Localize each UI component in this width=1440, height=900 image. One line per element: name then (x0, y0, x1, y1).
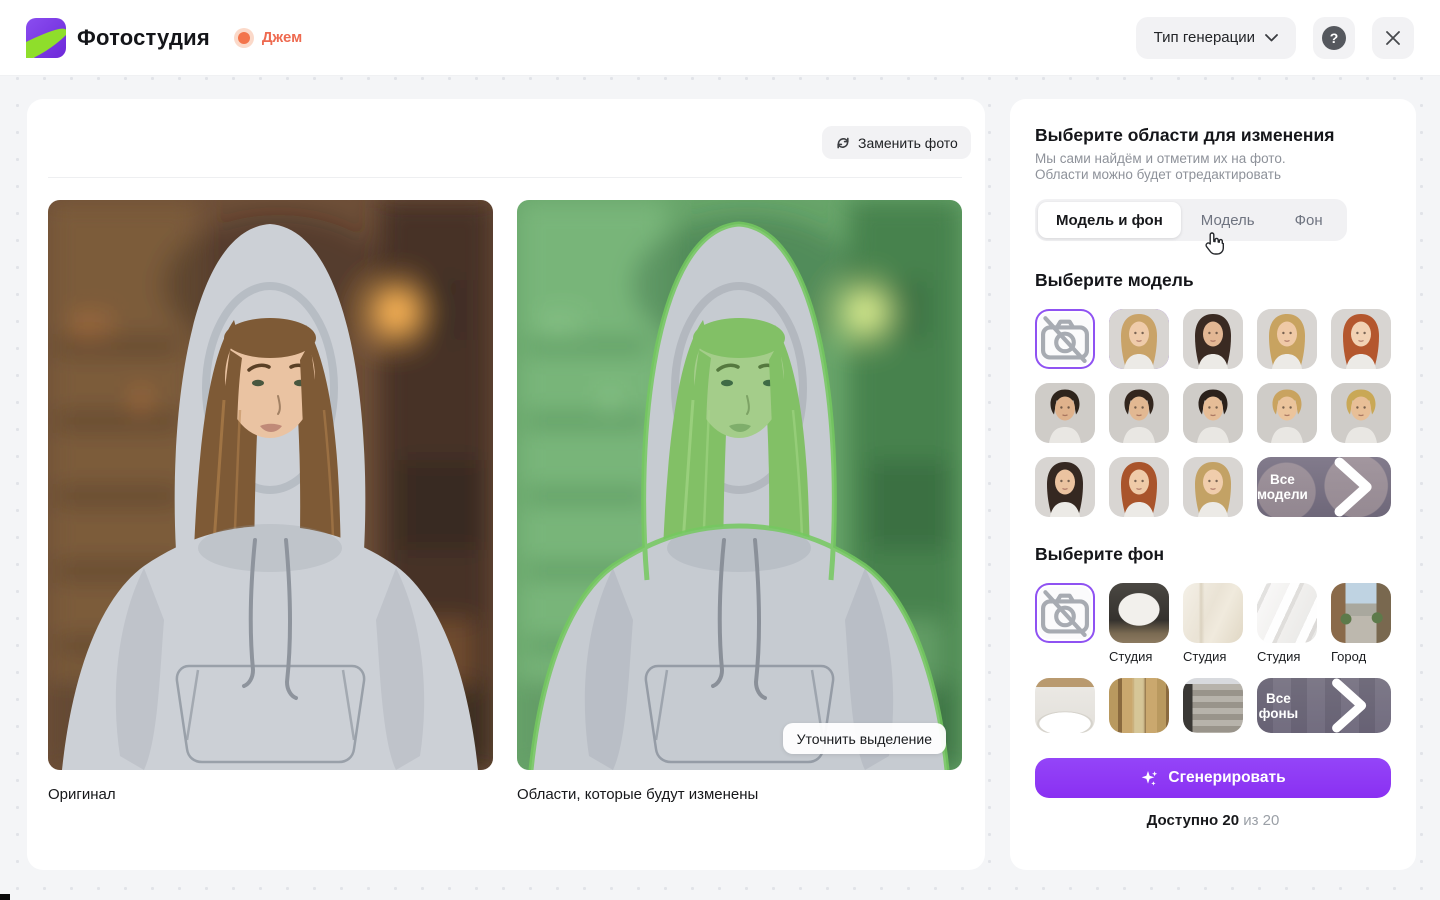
model-avatar-male-short-dark[interactable] (1183, 383, 1243, 443)
background-bathroom[interactable] (1035, 678, 1095, 733)
tab-background[interactable]: Фон (1275, 202, 1343, 238)
generate-label: Сгенерировать (1168, 769, 1285, 787)
original-photo-image (48, 200, 493, 770)
refresh-icon (835, 135, 851, 151)
generation-type-label: Тип генерации (1154, 29, 1255, 46)
background-studio-cream[interactable] (1183, 583, 1243, 643)
model-none-tile[interactable] (1035, 309, 1095, 369)
background-studio-white[interactable] (1257, 583, 1317, 643)
original-photo (48, 200, 493, 770)
chevron-right-icon (1307, 678, 1391, 733)
background-labels: Студия Студия Студия Город (1035, 649, 1391, 664)
background-label: Студия (1109, 649, 1169, 664)
generate-button[interactable]: Сгенерировать (1035, 758, 1391, 798)
background-classic-building[interactable] (1183, 678, 1243, 733)
model-avatar-blonde-wavy[interactable] (1257, 309, 1317, 369)
model-avatar-curly-redhead[interactable] (1109, 457, 1169, 517)
screen-artifact (0, 894, 10, 900)
model-avatar-dark-straight[interactable] (1035, 457, 1095, 517)
background-none-tile[interactable] (1035, 583, 1095, 643)
model-avatar-male-curly-blond[interactable] (1331, 383, 1391, 443)
plan-dot-icon (234, 28, 254, 48)
photo-canvas-card: Заменить фото Уточнить выделение Оригина… (27, 99, 985, 870)
model-avatar-blonde[interactable] (1109, 309, 1169, 369)
background-city-street[interactable] (1331, 583, 1391, 643)
replace-photo-label: Заменить фото (858, 135, 958, 151)
panel-title: Выберите области для изменения (1035, 125, 1334, 146)
app-title: Фотостудия (77, 25, 210, 51)
area-tabs: Модель и фон Модель Фон (1035, 199, 1347, 241)
replace-photo-button[interactable]: Заменить фото (822, 126, 971, 159)
app-logo-icon (26, 18, 66, 58)
plan-badge: Джем (234, 28, 302, 48)
masked-photo-image (517, 200, 962, 770)
model-avatar-wavy-blonde[interactable] (1183, 457, 1243, 517)
chevron-down-icon (1265, 34, 1278, 42)
sparkles-icon (1140, 769, 1159, 788)
panel-subtitle: Мы сами найдём и отметим их на фото. Обл… (1035, 151, 1286, 183)
generation-type-button[interactable]: Тип генерации (1136, 17, 1296, 59)
quota-total: из 20 (1243, 812, 1279, 829)
background-vintage-interior[interactable] (1109, 678, 1169, 733)
all-models-button[interactable]: Все модели (1257, 457, 1391, 517)
app-background: Фотостудия Джем Тип генерации ? (0, 0, 1440, 900)
divider (48, 177, 962, 178)
quota-line: Доступно 20 из 20 (1010, 812, 1416, 829)
all-backgrounds-button[interactable]: Все фоны (1257, 678, 1391, 733)
tab-model[interactable]: Модель (1181, 202, 1275, 238)
refine-selection-button[interactable]: Уточнить выделение (783, 723, 946, 754)
original-caption: Оригинал (48, 786, 116, 803)
header: Фотостудия Джем Тип генерации ? (0, 0, 1440, 76)
background-label: Студия (1183, 649, 1243, 664)
model-avatar-redhead[interactable] (1331, 309, 1391, 369)
close-icon (1385, 30, 1401, 46)
backgrounds-grid-row1 (1035, 583, 1391, 643)
camera-off-icon (1035, 309, 1095, 369)
backgrounds-section-title: Выберите фон (1035, 544, 1164, 565)
settings-panel: Выберите области для изменения Мы сами н… (1010, 99, 1416, 870)
masked-photo: Уточнить выделение (517, 200, 962, 770)
model-avatar-male-dark[interactable] (1109, 383, 1169, 443)
model-avatar-brunette[interactable] (1183, 309, 1243, 369)
models-grid: Все модели (1035, 309, 1391, 517)
background-label: Студия (1257, 649, 1317, 664)
masked-caption: Области, которые будут изменены (517, 786, 758, 803)
backgrounds-grid-row2: Все фоны (1035, 678, 1391, 733)
camera-off-icon (1035, 583, 1095, 643)
close-button[interactable] (1372, 17, 1414, 59)
quota-available: Доступно 20 (1147, 812, 1239, 829)
models-section-title: Выберите модель (1035, 270, 1194, 291)
model-avatar-male-curly-dark[interactable] (1035, 383, 1095, 443)
question-icon: ? (1322, 26, 1346, 50)
model-avatar-male-blond[interactable] (1257, 383, 1317, 443)
chevron-right-icon (1315, 457, 1391, 517)
plan-name: Джем (262, 29, 302, 46)
help-button[interactable]: ? (1313, 17, 1355, 59)
background-studio-dark[interactable] (1109, 583, 1169, 643)
background-label: Город (1331, 649, 1391, 664)
tab-model-and-background[interactable]: Модель и фон (1038, 202, 1181, 238)
